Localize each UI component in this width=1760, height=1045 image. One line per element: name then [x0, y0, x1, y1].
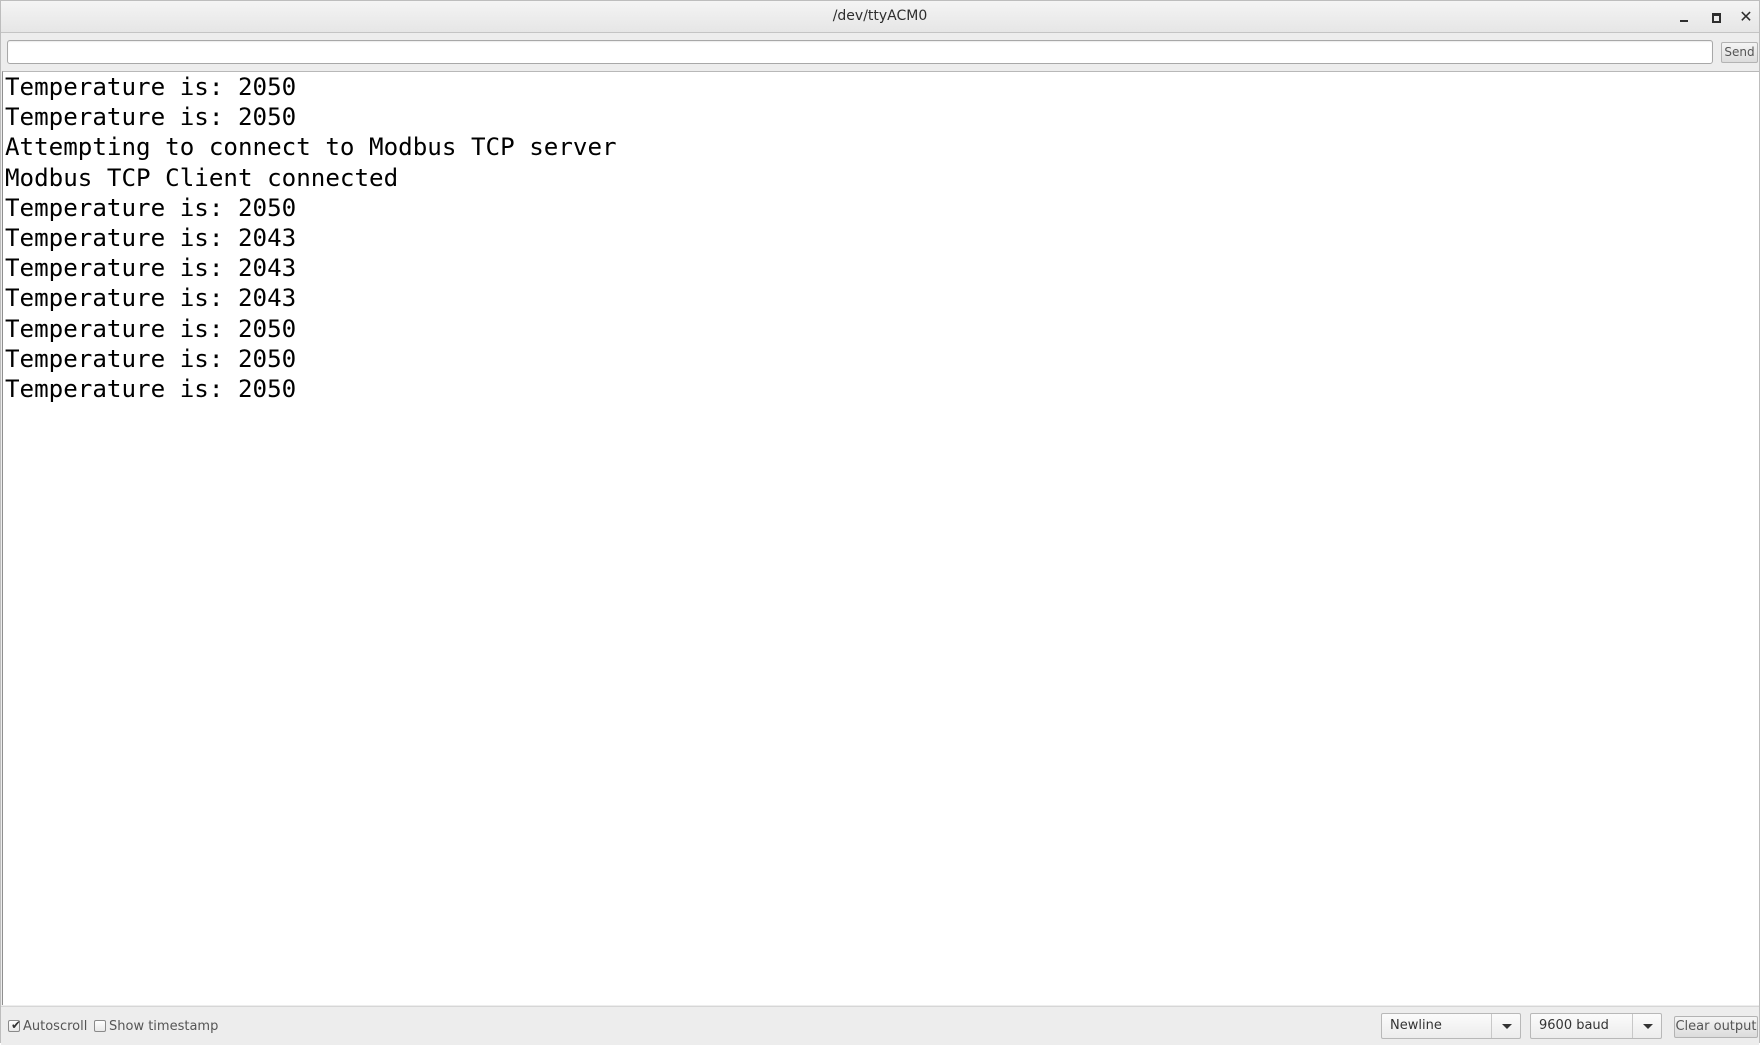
- output-line: Temperature is: 2043: [5, 254, 297, 283]
- maximize-icon[interactable]: [1704, 6, 1726, 28]
- checkmark-icon: ✔: [11, 1018, 22, 1032]
- serial-monitor-window: /dev/ttyACM0 ✕ Send Temperature is: 2050…: [0, 0, 1760, 1045]
- output-line: Temperature is: 2050: [5, 374, 297, 403]
- output-line: Temperature is: 2050: [5, 314, 297, 343]
- clear-output-button[interactable]: Clear output: [1674, 1016, 1758, 1038]
- output-lines: Temperature is: 2050 Temperature is: 2050…: [3, 72, 1759, 404]
- chevron-down-icon[interactable]: [1632, 1014, 1661, 1038]
- baud-rate-select[interactable]: 9600 baud: [1530, 1013, 1662, 1039]
- bottom-bar: ✔ Autoscroll Show timestamp Newline 9600…: [1, 1006, 1759, 1045]
- minimize-icon[interactable]: [1673, 6, 1695, 28]
- send-button[interactable]: Send: [1721, 42, 1758, 63]
- show-timestamp-checkbox-box[interactable]: [94, 1020, 106, 1032]
- output-line: Temperature is: 2050: [5, 103, 297, 132]
- output-line: Temperature is: 2050: [5, 193, 297, 222]
- send-input[interactable]: [7, 40, 1713, 64]
- output-line: Temperature is: 2043: [5, 223, 297, 252]
- title-bar: /dev/ttyACM0 ✕: [1, 1, 1759, 33]
- output-line: Attempting to connect to Modbus TCP serv…: [5, 133, 617, 162]
- autoscroll-checkbox-box[interactable]: ✔: [8, 1018, 22, 1032]
- autoscroll-label: Autoscroll: [23, 1018, 88, 1034]
- show-timestamp-label: Show timestamp: [109, 1018, 219, 1034]
- show-timestamp-checkbox[interactable]: Show timestamp: [94, 1018, 218, 1034]
- output-line: Temperature is: 2050: [5, 73, 297, 101]
- output-line: Temperature is: 2050: [5, 344, 297, 373]
- output-line: Modbus TCP Client connected: [5, 163, 399, 192]
- line-ending-value: Newline: [1390, 1018, 1442, 1033]
- line-ending-select[interactable]: Newline: [1381, 1013, 1521, 1039]
- serial-output[interactable]: Temperature is: 2050 Temperature is: 2050…: [2, 71, 1759, 1005]
- baud-rate-value: 9600 baud: [1539, 1018, 1609, 1033]
- send-row: Send: [1, 33, 1759, 71]
- chevron-down-icon[interactable]: [1491, 1014, 1520, 1038]
- output-line: Temperature is: 2043: [5, 284, 297, 313]
- close-icon[interactable]: ✕: [1735, 6, 1757, 28]
- autoscroll-checkbox[interactable]: ✔ Autoscroll: [8, 1018, 87, 1034]
- window-title: /dev/ttyACM0: [832, 8, 928, 24]
